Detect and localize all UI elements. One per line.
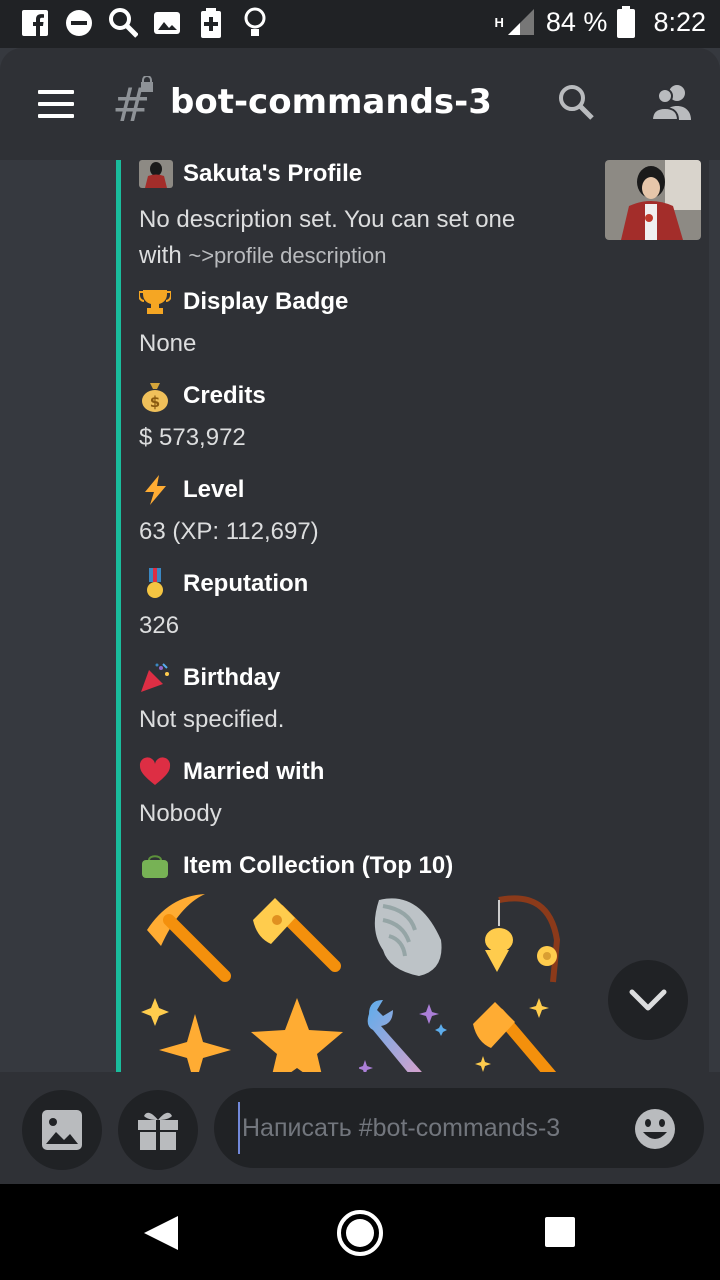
field-reputation: Reputation 326 — [139, 566, 308, 648]
medal-icon — [139, 568, 171, 600]
chevron-down-icon — [629, 989, 667, 1011]
lock-icon — [140, 75, 154, 96]
money-bag-icon: $ — [139, 380, 171, 412]
emoji-button[interactable] — [634, 1108, 676, 1150]
recents-button[interactable] — [536, 1208, 586, 1258]
lightning-icon — [139, 474, 171, 506]
field-value: 326 — [139, 612, 180, 639]
svg-text:$: $ — [150, 393, 160, 411]
field-level: Level 63 (XP: 112,697) — [139, 472, 319, 554]
field-value: None — [139, 330, 197, 357]
back-icon — [144, 1216, 178, 1250]
message-input[interactable] — [238, 1102, 624, 1154]
smiley-icon — [635, 1109, 675, 1149]
command-hint: ~>profile description — [188, 243, 387, 268]
sparkle-icon — [139, 994, 235, 1072]
image-icon — [42, 1110, 82, 1150]
field-value: 63 (XP: 112,697) — [139, 518, 319, 545]
network-signal-icon: H — [495, 7, 536, 37]
channel-title: bot-commands-3 — [170, 82, 492, 122]
menu-button[interactable] — [38, 90, 74, 118]
shell-icon — [359, 890, 455, 986]
field-value: $ 573,972 — [139, 424, 246, 451]
field-name: Married with — [183, 758, 325, 785]
battery-level: 84 % — [545, 6, 608, 37]
field-display-badge: Display Badge None — [139, 284, 348, 366]
author-name: Sakuta's Profile — [183, 160, 363, 187]
party-popper-icon — [139, 662, 171, 694]
channel-header: # bot-commands-3 — [0, 48, 720, 160]
home-button[interactable] — [335, 1208, 385, 1258]
lightbulb-icon — [240, 7, 270, 38]
author-avatar — [139, 160, 173, 188]
description-line: No description set. You can set one — [139, 206, 516, 233]
field-birthday: Birthday Not specified. — [139, 660, 284, 742]
sparkle-axe-icon — [469, 994, 565, 1072]
search-status-icon — [108, 8, 138, 38]
star-icon — [249, 994, 345, 1072]
trophy-icon — [139, 286, 171, 318]
search-button[interactable] — [556, 82, 602, 128]
system-nav-bar — [0, 1184, 720, 1280]
gift-icon — [138, 1112, 178, 1150]
message-input-container — [214, 1088, 704, 1168]
profile-thumbnail[interactable] — [605, 160, 701, 240]
description-with: with — [139, 242, 182, 269]
field-name: Level — [183, 476, 245, 503]
composer-bar — [0, 1072, 720, 1184]
field-credits: $ Credits $ 573,972 — [139, 378, 266, 460]
facebook-icon — [20, 8, 50, 38]
fishing-rod-icon — [469, 890, 565, 986]
message-list[interactable]: Sakuta's Profile No description set. You… — [0, 160, 720, 1072]
heart-icon — [139, 756, 171, 788]
network-type: H — [494, 14, 504, 30]
profile-embed: Sakuta's Profile No description set. You… — [116, 160, 709, 1072]
field-married-with: Married with Nobody — [139, 754, 324, 836]
battery-icon — [617, 6, 636, 38]
field-item-collection: Item Collection (Top 10) — [139, 848, 453, 884]
axe-icon — [249, 890, 345, 986]
field-name: Credits — [183, 382, 266, 409]
field-name: Display Badge — [183, 288, 349, 315]
field-value: Nobody — [139, 800, 222, 827]
sparkle-wrench-icon — [357, 994, 455, 1072]
field-name: Reputation — [183, 570, 309, 597]
do-not-disturb-icon — [64, 8, 94, 38]
status-bar: H 84 % 8:22 — [0, 0, 720, 48]
field-name: Item Collection (Top 10) — [183, 852, 454, 879]
home-icon — [337, 1210, 383, 1256]
field-name: Birthday — [183, 664, 281, 691]
field-value: Not specified. — [139, 706, 285, 733]
recents-icon — [545, 1217, 575, 1247]
pickaxe-icon — [139, 890, 235, 986]
green-bag-icon — [139, 850, 171, 882]
gift-button[interactable] — [118, 1090, 198, 1170]
members-button[interactable] — [650, 82, 696, 128]
image-status-icon — [152, 8, 182, 38]
battery-saver-icon — [196, 8, 226, 38]
back-button[interactable] — [136, 1208, 186, 1258]
embed-author: Sakuta's Profile — [139, 160, 362, 188]
attach-image-button[interactable] — [22, 1090, 102, 1170]
embed-description: No description set. You can set one with… — [139, 202, 579, 274]
scroll-to-bottom-button[interactable] — [608, 960, 688, 1040]
clock: 8:22 — [653, 6, 706, 37]
